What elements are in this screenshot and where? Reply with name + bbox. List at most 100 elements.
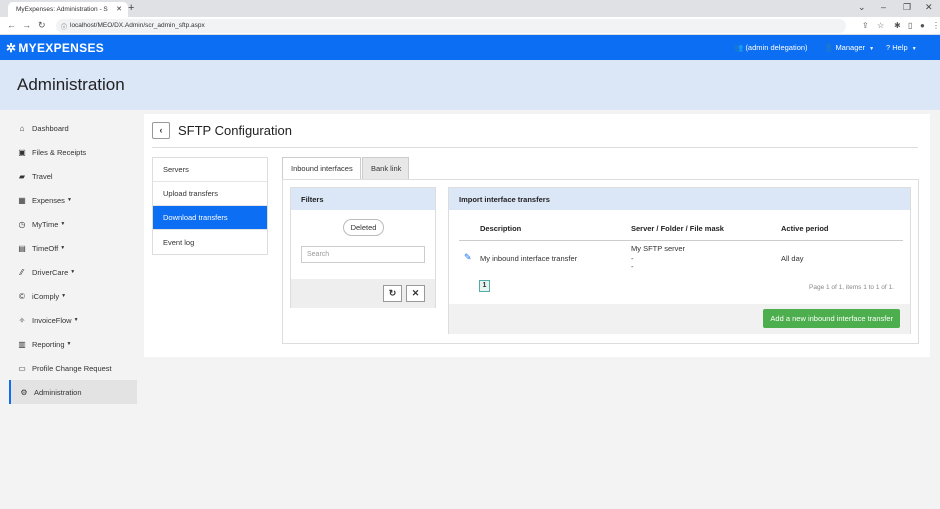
- logo[interactable]: ✲ MYEXPENSES: [6, 41, 104, 55]
- side-panel-icon[interactable]: ▯: [908, 21, 912, 30]
- page-banner: Administration: [0, 60, 940, 110]
- inbox-icon: ▭: [18, 363, 26, 373]
- row-server: My SFTP server: [631, 244, 686, 253]
- subnav-event-log[interactable]: Event log: [153, 230, 267, 254]
- sidebar-item-label: MyTime: [32, 219, 59, 229]
- browser-tab[interactable]: MyExpenses: Administration - S ✕: [8, 2, 128, 17]
- sidebar-item-expenses[interactable]: ▦ Expenses ▼: [9, 188, 137, 212]
- sftp-card: ‹ SFTP Configuration Servers Upload tran…: [144, 114, 930, 357]
- url-field[interactable]: ⓘ localhost/MEO/DX.Admin/scr_admin_sftp.…: [56, 19, 846, 33]
- admin-delegation-label: (admin delegation): [745, 43, 808, 52]
- sidebar-item-invoiceflow[interactable]: ✧ InvoiceFlow ▼: [9, 308, 137, 332]
- sidebar-item-timeoff[interactable]: ▤ TimeOff ▼: [9, 236, 137, 260]
- chevron-down-icon: ▼: [60, 245, 66, 251]
- chevron-down-icon: ▼: [73, 317, 79, 323]
- reload-icon[interactable]: ↻: [38, 20, 46, 31]
- page-number-button[interactable]: 1: [479, 280, 490, 292]
- sidebar-item-icomply[interactable]: © iComply ▼: [9, 284, 137, 308]
- column-header-server[interactable]: Server / Folder / File mask: [631, 224, 724, 233]
- edit-pencil-icon[interactable]: ✎: [464, 252, 472, 263]
- sidebar-item-reporting[interactable]: ▥ Reporting ▼: [9, 332, 137, 356]
- app-header: ✲ MYEXPENSES 👥 (admin delegation) 👤 Manag…: [0, 35, 940, 60]
- close-icon: ✕: [411, 288, 420, 298]
- tab-bank-link[interactable]: Bank link: [362, 157, 409, 179]
- address-bar-row: ← → ↻ ⓘ localhost/MEO/DX.Admin/scr_admin…: [0, 17, 940, 35]
- section-title: SFTP Configuration: [178, 123, 292, 138]
- sidebar-item-files[interactable]: ▣ Files & Receipts: [9, 140, 137, 164]
- user-icon: 👤: [824, 43, 834, 52]
- imports-footer: Add a new inbound interface transfer: [449, 304, 910, 334]
- sidebar-item-label: Administration: [34, 387, 82, 397]
- sidebar-item-dashboard[interactable]: ⌂ Dashboard: [9, 116, 137, 140]
- browser-menu-icon[interactable]: ⋮: [932, 21, 940, 30]
- imports-heading: Import interface transfers: [449, 188, 910, 210]
- help-menu[interactable]: ? Help ▼: [886, 43, 917, 52]
- sidebar-item-label: InvoiceFlow: [32, 315, 72, 325]
- add-inbound-transfer-button[interactable]: Add a new inbound interface transfer: [763, 309, 900, 328]
- sidebar-item-label: Reporting: [32, 339, 65, 349]
- divider: [152, 147, 918, 148]
- subnav-upload-transfers[interactable]: Upload transfers: [153, 182, 267, 206]
- sidebar-item-travel[interactable]: ▰ Travel: [9, 164, 137, 188]
- help-icon: ?: [886, 43, 891, 52]
- back-button[interactable]: ‹: [152, 122, 170, 139]
- manager-menu[interactable]: 👤 Manager ▼: [824, 43, 874, 52]
- logo-mark-icon: ✲: [6, 41, 17, 55]
- chevron-left-icon: ‹: [159, 125, 163, 135]
- users-icon: 👥: [734, 43, 744, 52]
- profile-icon[interactable]: ●: [920, 21, 925, 30]
- copyright-icon: ©: [19, 291, 25, 301]
- extensions-icon[interactable]: ✱: [894, 21, 901, 30]
- chevron-down-icon: ▼: [66, 341, 72, 347]
- column-header-active-period[interactable]: Active period: [781, 224, 829, 233]
- chart-icon: ▥: [18, 339, 26, 349]
- deleted-toggle[interactable]: Deleted: [343, 219, 384, 236]
- restore-icon[interactable]: ❐: [903, 2, 911, 13]
- manager-label: Manager: [835, 43, 866, 52]
- forward-arrow-icon[interactable]: →: [22, 20, 31, 30]
- share-icon[interactable]: ⇪: [862, 21, 869, 30]
- sidebar-item-label: Dashboard: [32, 123, 69, 133]
- image-icon: ▣: [18, 147, 26, 157]
- refresh-icon: ↻: [388, 288, 397, 298]
- filters-footer: ↻ ✕: [291, 279, 435, 308]
- sidebar-item-label: iComply: [32, 291, 60, 301]
- new-tab-icon[interactable]: +: [128, 2, 134, 14]
- suitcase-icon: ▰: [18, 171, 26, 181]
- search-input[interactable]: Search: [301, 246, 425, 263]
- sidebar-item-label: Profile Change Request: [32, 363, 112, 373]
- header-divider: [459, 240, 903, 241]
- column-header-description[interactable]: Description: [480, 224, 521, 233]
- stopwatch-icon: ◷: [18, 219, 26, 229]
- pager-info: Page 1 of 1, items 1 to 1 of 1.: [809, 284, 894, 291]
- calculator-icon: ▦: [18, 195, 26, 205]
- road-icon: ⁄⁄: [20, 267, 24, 277]
- subnav-servers[interactable]: Servers: [153, 158, 267, 182]
- chevron-down-icon: ▼: [66, 197, 72, 203]
- bookmark-star-icon[interactable]: ☆: [877, 21, 884, 30]
- refresh-button[interactable]: ↻: [383, 285, 402, 302]
- sidebar: ⌂ Dashboard ▣ Files & Receipts ▰ Travel ▦ Ex…: [9, 116, 137, 404]
- sidebar-item-drivercare[interactable]: ⁄⁄ DriverCare ▼: [9, 260, 137, 284]
- minimize-icon[interactable]: –: [881, 2, 886, 12]
- sidebar-item-administration[interactable]: ⚙ Administration: [9, 380, 137, 404]
- sidebar-item-mytime[interactable]: ◷ MyTime ▼: [9, 212, 137, 236]
- chevron-down-icon: ▼: [911, 46, 917, 52]
- site-info-icon[interactable]: ⓘ: [61, 22, 67, 31]
- clear-filters-button[interactable]: ✕: [406, 285, 425, 302]
- row-file-mask: -: [631, 262, 634, 271]
- tab-inbound-interfaces[interactable]: Inbound interfaces: [282, 157, 361, 179]
- calendar-icon: ▤: [18, 243, 26, 253]
- admin-delegation-link[interactable]: 👥 (admin delegation): [734, 43, 808, 52]
- filters-heading: Filters: [291, 188, 435, 210]
- chevron-down-icon: ▼: [61, 293, 67, 299]
- tab-search-icon[interactable]: ⌄: [858, 2, 866, 13]
- close-tab-icon[interactable]: ✕: [116, 5, 122, 13]
- back-arrow-icon[interactable]: ←: [7, 20, 16, 30]
- logo-text: MYEXPENSES: [18, 41, 105, 55]
- window-close-icon[interactable]: ✕: [925, 2, 933, 13]
- sftp-subnav: Servers Upload transfers Download transf…: [152, 157, 268, 255]
- sidebar-item-profile-change[interactable]: ▭ Profile Change Request: [9, 356, 137, 380]
- row-active-period: All day: [781, 254, 804, 263]
- subnav-download-transfers[interactable]: Download transfers: [153, 206, 267, 230]
